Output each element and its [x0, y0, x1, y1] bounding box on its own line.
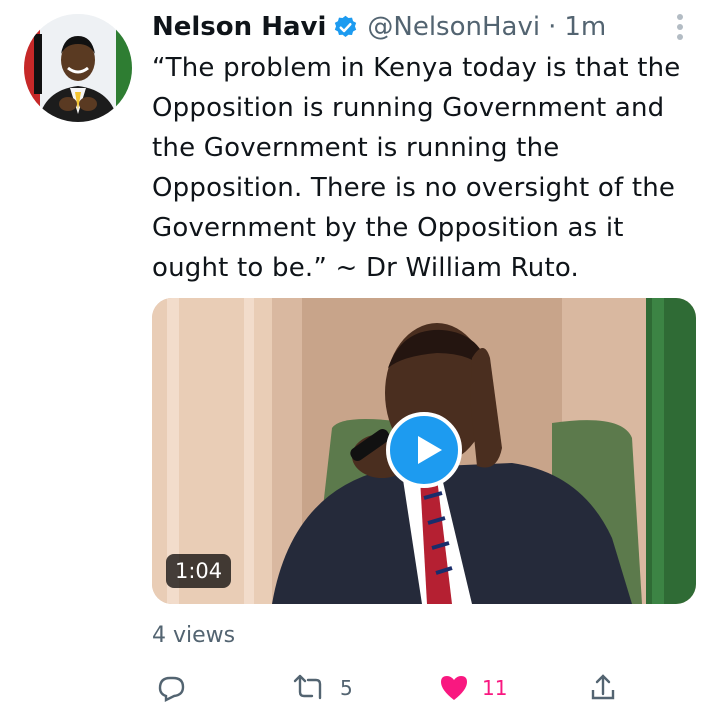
- like-count: 11: [482, 676, 508, 700]
- reply-button[interactable]: [156, 672, 198, 702]
- author-handle[interactable]: @NelsonHavi: [367, 10, 540, 44]
- tweet-actions: 5 11: [152, 672, 622, 702]
- retweet-count: 5: [340, 676, 353, 700]
- header-separator: ·: [548, 12, 557, 42]
- avatar-image: [24, 14, 132, 122]
- retweet-button[interactable]: 5: [292, 672, 353, 700]
- author-avatar[interactable]: [24, 14, 132, 122]
- verified-badge-icon: [335, 15, 357, 37]
- share-icon: [591, 674, 615, 700]
- retweet-icon: [293, 674, 322, 700]
- author-name[interactable]: Nelson Havi: [152, 10, 326, 44]
- like-button[interactable]: 11: [438, 672, 507, 700]
- video-player[interactable]: 1:04: [152, 298, 696, 604]
- view-count[interactable]: 4 views: [152, 620, 235, 652]
- like-icon: [441, 676, 467, 700]
- tweet-header: Nelson Havi @NelsonHavi · 1m: [152, 10, 606, 44]
- more-options-icon[interactable]: [668, 14, 692, 40]
- tweet-timestamp[interactable]: 1m: [564, 10, 606, 44]
- share-button[interactable]: [588, 672, 630, 700]
- video-duration: 1:04: [166, 554, 232, 588]
- tweet-text: “The problem in Kenya today is that the …: [152, 53, 689, 283]
- play-icon[interactable]: [386, 412, 462, 488]
- reply-icon: [158, 676, 185, 702]
